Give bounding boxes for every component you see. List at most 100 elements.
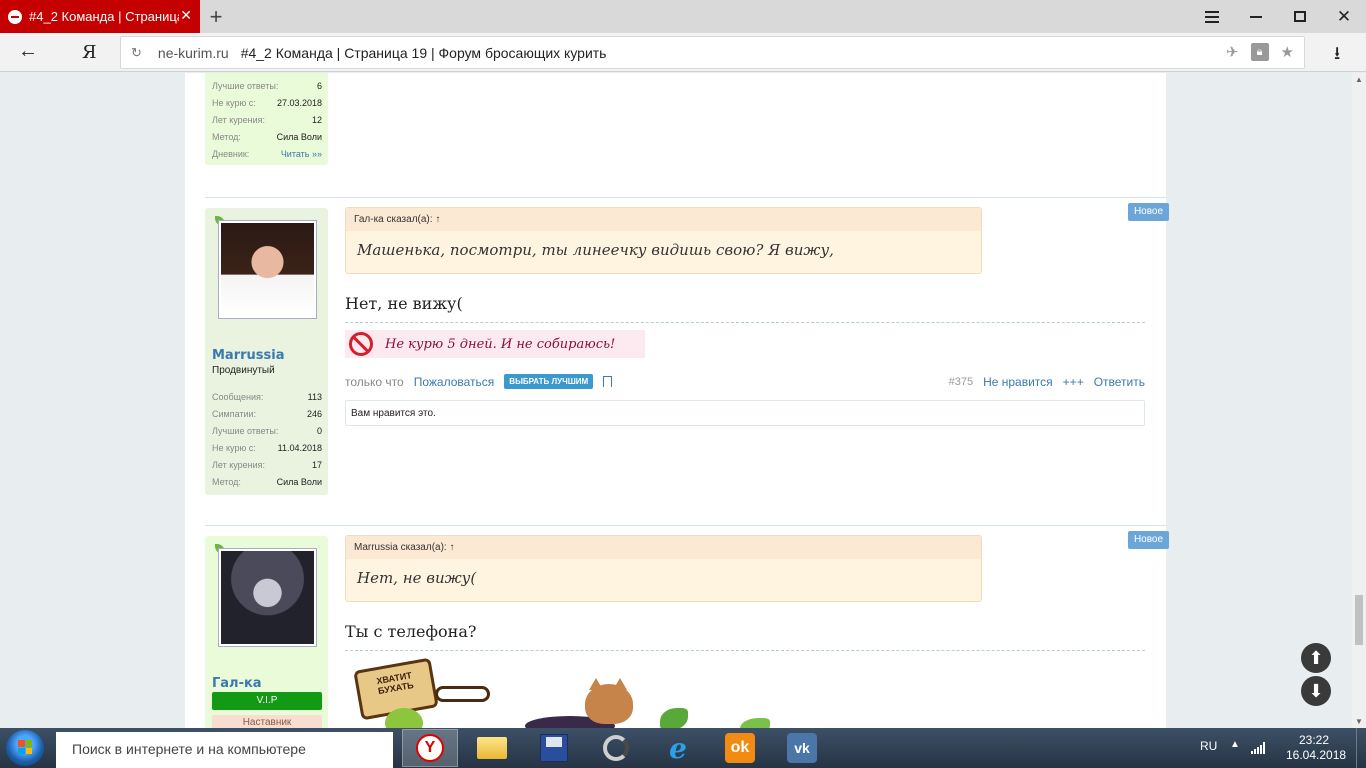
tray-clock[interactable]: 23:22 16.04.2018	[1286, 733, 1347, 763]
arrow-up-icon: ⬆	[1308, 647, 1324, 668]
avatar[interactable]	[218, 220, 317, 319]
stat-row: Лет курения: 12	[212, 115, 322, 125]
arrow-down-icon: ⬇	[1308, 680, 1324, 701]
taskbar-1c[interactable]	[526, 729, 582, 767]
browser-menu-button[interactable]	[1192, 0, 1232, 33]
show-desktop-button[interactable]	[1356, 728, 1366, 768]
cat-image	[585, 684, 633, 724]
scroll-to-bottom-button[interactable]: ⬇	[1301, 676, 1331, 706]
vip-badge: V.I.P	[212, 692, 322, 710]
taskbar-search-input[interactable]: Поиск в интернете и на компьютере	[56, 732, 393, 768]
post-separator	[205, 525, 1166, 526]
username-link[interactable]: Marrussia	[212, 348, 285, 363]
back-button[interactable]: ←	[18, 40, 38, 63]
close-window-button[interactable]: ✕	[1324, 0, 1364, 33]
reload-icon[interactable]: ↻	[131, 45, 142, 61]
yandex-home-button[interactable]: Я	[82, 42, 97, 63]
stat-row: Дневник: Читать »»	[212, 149, 322, 159]
report-link[interactable]: Пожаловаться	[414, 375, 495, 389]
new-tab-button[interactable]: +	[206, 4, 226, 30]
quote-text: Нет, не вижу(	[357, 569, 477, 587]
bookmark-star-icon[interactable]: ★	[1281, 43, 1294, 61]
clock-date: 16.04.2018	[1286, 748, 1347, 762]
scroll-up-icon[interactable]: ▲	[1355, 75, 1363, 84]
clock-time: 23:22	[1298, 733, 1330, 747]
taskbar-app-ring[interactable]	[588, 729, 644, 767]
scroll-thumb[interactable]	[1355, 595, 1363, 645]
tab-close-icon[interactable]: ✕	[180, 7, 192, 24]
turbo-icon[interactable]: ✈	[1226, 43, 1239, 61]
username-link[interactable]: Гал-ка	[212, 676, 262, 691]
message-text: Нет, не вижу(	[345, 294, 463, 313]
user-info-galka: Гал-ка V.I.P Наставник	[205, 536, 328, 728]
stat-row: Не курю с: 27.03.2018	[212, 98, 322, 108]
likes-summary: Вам нравится это.	[345, 400, 1145, 426]
stat-row: Не курю с: 11.04.2018	[212, 443, 322, 453]
taskbar-ie[interactable]: e	[650, 729, 706, 767]
ring-icon	[603, 735, 629, 761]
tab-title: #4_2 Команда | Страница	[29, 9, 179, 24]
vk-icon: vk	[787, 733, 817, 763]
scroll-to-top-button[interactable]: ⬆	[1301, 643, 1331, 673]
user-signature: Не курю 5 дней. И не собираюсь!	[345, 330, 645, 358]
stat-row: Сообщения: 113	[212, 392, 322, 402]
stat-row: Лучшие ответы: 0	[212, 426, 322, 436]
taskbar-odnoklassniki[interactable]: ok	[712, 729, 768, 767]
minimize-icon	[1250, 15, 1262, 18]
downloads-button[interactable]: ⭳	[1334, 41, 1340, 71]
network-signal-icon[interactable]	[1251, 742, 1267, 754]
restore-button[interactable]	[1280, 0, 1320, 33]
post-time: только что	[345, 374, 404, 389]
minimize-button[interactable]	[1236, 0, 1276, 33]
windows-taskbar: Поиск в интернете и на компьютере Y e ok…	[0, 728, 1366, 768]
language-indicator[interactable]: RU	[1200, 739, 1217, 753]
url-field[interactable]: ↻ ne-kurim.ru #4_2 Команда | Страница 19…	[120, 36, 1305, 69]
new-badge: Новое	[1128, 531, 1169, 549]
stat-row: Метод: Сила Воли	[212, 477, 322, 487]
post-picture: ХВАТИТ БУХАТЬ	[345, 656, 825, 728]
url-domain: ne-kurim.ru	[157, 44, 229, 61]
taskbar-yandex-browser[interactable]: Y	[402, 729, 458, 767]
unlike-link[interactable]: Не нравится	[983, 375, 1053, 389]
internet-explorer-icon: e	[669, 731, 687, 765]
mentor-badge: Наставник	[212, 715, 322, 728]
url-page-title: #4_2 Команда | Страница 19 | Форум броса…	[240, 44, 607, 61]
browser-tab[interactable]: #4_2 Команда | Страница ✕	[0, 0, 200, 33]
start-button[interactable]	[6, 730, 44, 766]
forum-content: Лучшие ответы: 6 Не курю с: 27.03.2018 Лет…	[185, 73, 1169, 728]
avatar[interactable]	[218, 548, 317, 647]
diary-link[interactable]: Читать »»	[281, 149, 322, 159]
quote-text: Машенька, посмотри, ты линеечку видишь с…	[357, 241, 834, 259]
scroll-down-icon[interactable]: ▼	[1355, 717, 1363, 726]
folder-icon	[477, 737, 507, 759]
protect-lock-icon[interactable]: 🔒︎	[1250, 43, 1269, 61]
vertical-scrollbar[interactable]: ▲ ▼	[1352, 73, 1366, 728]
restore-icon	[1294, 11, 1306, 22]
stat-row: Симпатии: 246	[212, 409, 322, 419]
quote-author[interactable]: Marrussia сказал(а): ↑	[346, 536, 981, 559]
new-badge: Новое	[1128, 203, 1169, 221]
post-actions: только что Пожаловаться ВЫБРАТЬ ЛУЧШИМ #…	[345, 374, 1145, 389]
taskbar-explorer[interactable]	[464, 729, 520, 767]
tray-expand-icon[interactable]: ▲	[1230, 739, 1240, 750]
quote-block: Marrussia сказал(а): ↑ Нет, не вижу(	[345, 535, 982, 602]
no-smoking-icon	[349, 332, 373, 356]
windows-logo-icon	[18, 740, 32, 754]
message-text: Ты с телефона?	[345, 622, 477, 641]
user-title: Продвинутый	[212, 365, 275, 376]
post-separator	[205, 197, 1166, 198]
address-bar: ← Я ↻ ne-kurim.ru #4_2 Команда | Страниц…	[0, 33, 1366, 72]
taskbar-vk[interactable]: vk	[774, 729, 830, 767]
stat-row: Лучшие ответы: 6	[212, 81, 322, 91]
page-viewport: Лучшие ответы: 6 Не курю с: 27.03.2018 Лет…	[0, 73, 1352, 728]
odnoklassniki-icon: ok	[725, 733, 755, 763]
best-answer-button[interactable]: ВЫБРАТЬ ЛУЧШИМ	[504, 374, 594, 389]
post-number[interactable]: #375	[949, 376, 973, 388]
menu-icon	[1205, 8, 1219, 26]
quote-block: Гал-ка сказал(а): ↑ Машенька, посмотри, …	[345, 207, 982, 274]
tab-bar: #4_2 Команда | Страница ✕ + ✕	[0, 0, 1366, 33]
quote-author[interactable]: Гал-ка сказал(а): ↑	[346, 208, 981, 231]
reply-link[interactable]: Ответить	[1094, 375, 1145, 389]
bookmark-icon[interactable]	[603, 376, 613, 387]
plus-link[interactable]: +++	[1063, 375, 1084, 389]
